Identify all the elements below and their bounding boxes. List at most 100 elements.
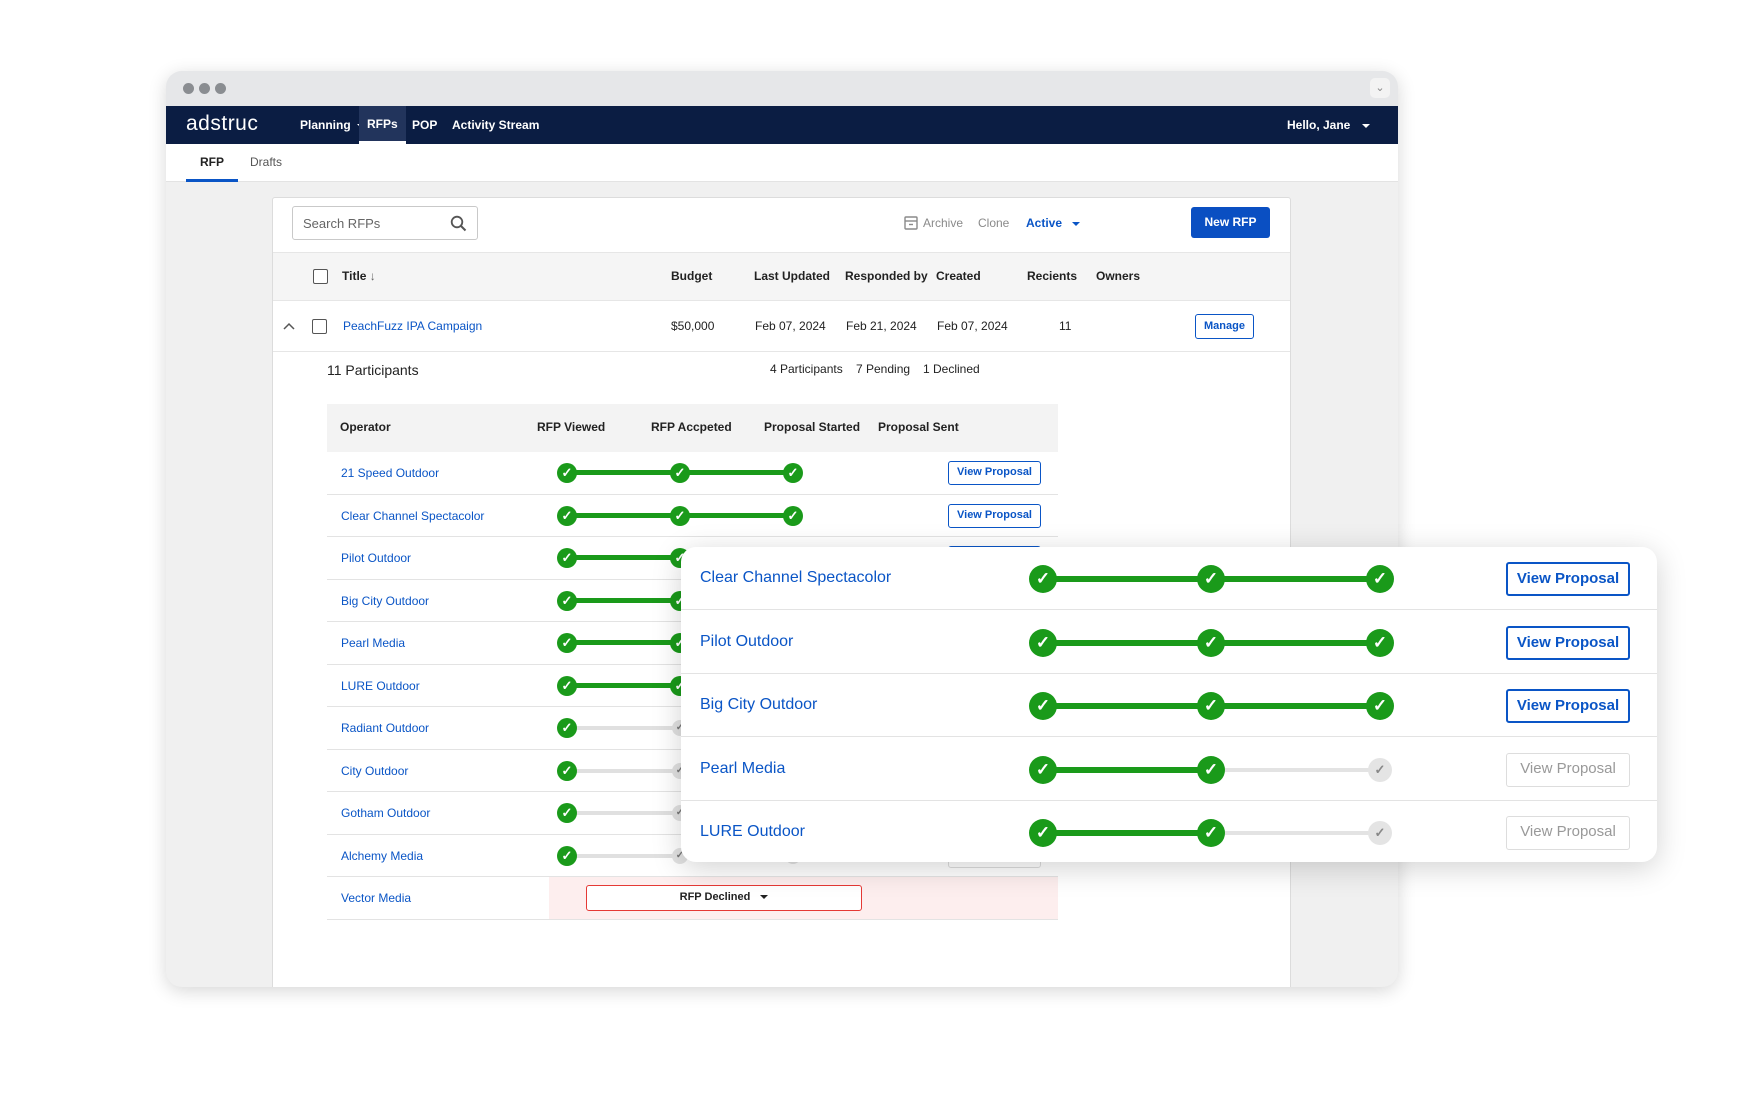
col-proposal-sent: Proposal Sent bbox=[878, 420, 959, 434]
operator-link[interactable]: 21 Speed Outdoor bbox=[341, 452, 439, 494]
archive-icon bbox=[904, 216, 918, 230]
view-proposal-button: View Proposal bbox=[1506, 816, 1630, 850]
zoom-participant-row[interactable]: Pilot Outdoor ✓ ✓ ✓ View Proposal bbox=[681, 611, 1657, 674]
window-chrome: ⌄ bbox=[166, 71, 1398, 106]
operator-link[interactable]: Pilot Outdoor bbox=[341, 537, 411, 579]
progress-fill bbox=[567, 640, 680, 645]
user-greeting: Hello, Jane bbox=[1287, 118, 1351, 132]
participants-filter-link[interactable]: 4 Participants bbox=[770, 362, 843, 376]
col-title[interactable]: Title ↓ bbox=[342, 253, 376, 302]
zoomed-detail-panel: Clear Channel Spectacolor ✓ ✓ ✓ View Proposa… bbox=[681, 547, 1657, 862]
operator-link[interactable]: Pilot Outdoor bbox=[700, 611, 793, 673]
view-proposal-button[interactable]: View Proposal bbox=[948, 461, 1041, 485]
check-complete-icon: ✓ bbox=[557, 845, 577, 866]
rfp-declined-label: RFP Declined bbox=[679, 891, 751, 903]
select-all-checkbox[interactable] bbox=[313, 269, 328, 284]
operator-link[interactable]: Clear Channel Spectacolor bbox=[341, 495, 484, 537]
rfp-created: Feb 07, 2024 bbox=[937, 319, 1008, 333]
operator-link[interactable]: Alchemy Media bbox=[341, 835, 423, 877]
operator-link[interactable]: Gotham Outdoor bbox=[341, 792, 430, 834]
chevron-down-icon[interactable]: ⌄ bbox=[1370, 78, 1390, 98]
operator-link[interactable]: Pearl Media bbox=[700, 738, 785, 800]
zoom-participant-row[interactable]: Big City Outdoor ✓ ✓ ✓ View Proposal bbox=[681, 674, 1657, 737]
manage-button[interactable]: Manage bbox=[1195, 314, 1254, 339]
search-box bbox=[292, 206, 478, 240]
user-menu[interactable]: Hello, Jane bbox=[1279, 106, 1378, 144]
col-recipients[interactable]: Recients bbox=[1027, 253, 1077, 302]
new-rfp-button[interactable]: New RFP bbox=[1191, 207, 1270, 238]
operator-link[interactable]: Big City Outdoor bbox=[341, 580, 429, 622]
check-complete-icon: ✓ bbox=[1197, 628, 1225, 657]
operator-link[interactable]: Clear Channel Spectacolor bbox=[700, 547, 891, 609]
view-proposal-button[interactable]: View Proposal bbox=[1506, 689, 1630, 723]
participant-row[interactable]: Clear Channel Spectacolor ✓ ✓ ✓ View Proposa… bbox=[327, 495, 1058, 537]
caret-down-icon bbox=[1362, 123, 1371, 128]
progress-fill bbox=[1043, 766, 1211, 773]
check-complete-icon: ✓ bbox=[557, 633, 577, 653]
col-title-label: Title bbox=[342, 269, 367, 283]
window-dot-close[interactable] bbox=[183, 83, 194, 94]
nav-activity-stream[interactable]: Activity Stream bbox=[444, 106, 547, 144]
window-dot-maximize[interactable] bbox=[215, 83, 226, 94]
archive-button[interactable]: Archive bbox=[923, 206, 963, 240]
operator-link[interactable]: City Outdoor bbox=[341, 750, 408, 792]
zoom-participant-row[interactable]: LURE Outdoor ✓ ✓ ✓ View Proposal bbox=[681, 801, 1657, 862]
view-proposal-button[interactable]: View Proposal bbox=[948, 503, 1041, 528]
check-complete-icon: ✓ bbox=[1366, 565, 1394, 593]
view-proposal-button[interactable]: View Proposal bbox=[1506, 562, 1630, 596]
operator-link[interactable]: Vector Media bbox=[341, 877, 411, 919]
operator-link[interactable]: Big City Outdoor bbox=[700, 674, 817, 736]
check-complete-icon: ✓ bbox=[783, 505, 803, 526]
participant-row[interactable]: 21 Speed Outdoor ✓ ✓ ✓ View Proposal bbox=[327, 452, 1058, 495]
nav-pop[interactable]: POP bbox=[404, 106, 445, 144]
check-complete-icon: ✓ bbox=[557, 548, 577, 568]
rfp-recipients: 11 bbox=[1059, 319, 1072, 333]
col-rfp-accepted: RFP Accpeted bbox=[651, 420, 732, 434]
check-complete-icon: ✓ bbox=[557, 760, 577, 781]
operator-link[interactable]: Radiant Outdoor bbox=[341, 707, 429, 749]
sub-tabs: RFP Drafts bbox=[166, 144, 1398, 182]
col-budget[interactable]: Budget bbox=[671, 253, 712, 302]
check-complete-icon: ✓ bbox=[557, 675, 577, 696]
col-rfp-viewed: RFP Viewed bbox=[537, 420, 606, 434]
operator-link[interactable]: LURE Outdoor bbox=[341, 665, 420, 707]
check-complete-icon: ✓ bbox=[1029, 565, 1057, 593]
rfp-title-link[interactable]: PeachFuzz IPA Campaign bbox=[343, 301, 482, 352]
col-responded-by[interactable]: Responded by bbox=[845, 253, 928, 302]
check-complete-icon: ✓ bbox=[557, 718, 577, 738]
rfp-declined-dropdown[interactable]: RFP Declined bbox=[586, 885, 862, 911]
rfp-last-updated: Feb 07, 2024 bbox=[755, 319, 826, 333]
table-header: Title ↓ Budget Last Updated Responded by… bbox=[273, 252, 1290, 301]
search-input[interactable] bbox=[293, 207, 443, 239]
operator-link[interactable]: Pearl Media bbox=[341, 622, 405, 664]
chevron-up-icon[interactable] bbox=[283, 321, 295, 331]
sort-arrow-icon: ↓ bbox=[369, 269, 376, 283]
tab-rfp[interactable]: RFP bbox=[186, 144, 238, 182]
nav-rfps[interactable]: RFPs bbox=[359, 106, 406, 144]
view-proposal-button[interactable]: View Proposal bbox=[1506, 625, 1630, 660]
progress-fill bbox=[1043, 830, 1211, 836]
zoom-participant-row[interactable]: Pearl Media ✓ ✓ ✓ View Proposal bbox=[681, 738, 1657, 801]
check-complete-icon: ✓ bbox=[1029, 819, 1057, 847]
operator-link[interactable]: LURE Outdoor bbox=[700, 801, 805, 862]
view-proposal-button: View Proposal bbox=[1506, 752, 1630, 787]
check-complete-icon: ✓ bbox=[1029, 692, 1057, 720]
tab-drafts[interactable]: Drafts bbox=[236, 144, 296, 182]
check-complete-icon: ✓ bbox=[1197, 755, 1225, 784]
col-last-updated[interactable]: Last Updated bbox=[754, 253, 830, 302]
zoom-participant-row[interactable]: Clear Channel Spectacolor ✓ ✓ ✓ View Proposa… bbox=[681, 547, 1657, 610]
row-checkbox[interactable] bbox=[312, 319, 327, 334]
clone-button[interactable]: Clone bbox=[978, 206, 1009, 240]
check-complete-icon: ✓ bbox=[1029, 755, 1057, 784]
caret-down-icon bbox=[760, 895, 769, 900]
search-icon[interactable] bbox=[450, 215, 467, 232]
check-complete-icon: ✓ bbox=[1197, 565, 1225, 593]
window-dot-minimize[interactable] bbox=[199, 83, 210, 94]
col-owners[interactable]: Owners bbox=[1096, 253, 1140, 302]
check-complete-icon: ✓ bbox=[557, 590, 577, 611]
participant-row[interactable]: Vector Media RFP Declined bbox=[327, 877, 1058, 920]
col-created[interactable]: Created bbox=[936, 253, 981, 302]
table-row[interactable]: PeachFuzz IPA Campaign $50,000 Feb 07, 2… bbox=[273, 301, 1290, 352]
check-complete-icon: ✓ bbox=[1029, 628, 1057, 657]
status-filter[interactable]: Active bbox=[1026, 206, 1081, 240]
